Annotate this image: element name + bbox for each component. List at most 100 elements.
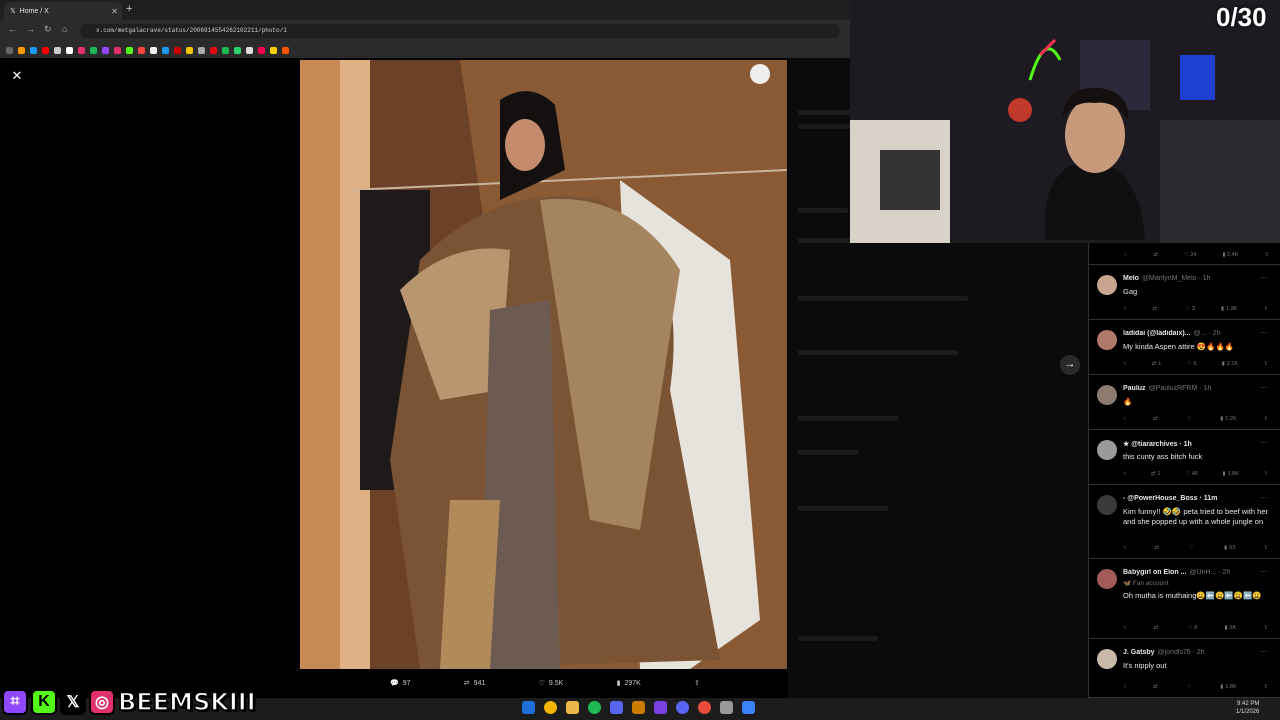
bookmark-icon[interactable] <box>150 46 157 54</box>
more-options-icon[interactable]: ··· <box>1260 328 1268 337</box>
reply-icon[interactable]: ○ <box>1124 252 1127 258</box>
bookmark-icon[interactable] <box>114 46 121 54</box>
close-viewer-button[interactable]: ✕ <box>9 68 25 84</box>
home-icon[interactable]: ⌂ <box>62 24 67 34</box>
reply-button[interactable]: ○ <box>1123 471 1126 477</box>
views-button[interactable]: ▮ 2.4K <box>1222 252 1238 258</box>
bookmark-icon[interactable] <box>42 46 49 54</box>
chrome-icon[interactable] <box>544 701 557 714</box>
bookmark-icon[interactable] <box>90 46 97 54</box>
repost-button[interactable]: ⇄ <box>1153 684 1160 690</box>
reply-author-name[interactable]: - @PowerHouse_Boss · 11m <box>1123 495 1217 502</box>
avatar[interactable] <box>1097 275 1117 295</box>
share-button[interactable]: ⇪ <box>1263 684 1268 690</box>
like-button[interactable]: ♡ 8 <box>1187 625 1197 631</box>
discord-icon[interactable] <box>676 701 689 714</box>
bookmark-icon[interactable] <box>210 46 217 54</box>
app-icon[interactable] <box>610 701 623 714</box>
reply-button[interactable]: ○ <box>1123 625 1126 631</box>
avatar[interactable] <box>1097 440 1117 460</box>
bookmark-icon[interactable] <box>66 46 73 54</box>
more-options-icon[interactable]: ··· <box>1260 273 1268 282</box>
obs-icon[interactable] <box>654 701 667 714</box>
more-options-icon[interactable]: ··· <box>1260 493 1268 502</box>
repost-button[interactable]: ⇄ 941 <box>464 679 486 688</box>
url-field[interactable]: x.com/metgalacrave/status/20069145542621… <box>80 24 840 38</box>
app-icon[interactable] <box>698 701 711 714</box>
reply-item[interactable]: ★ @tiararchives · 1h ··· this cunty ass bi… <box>1088 430 1280 485</box>
bookmark-icon[interactable] <box>138 46 145 54</box>
bookmark-icon[interactable] <box>198 46 205 54</box>
reply-item[interactable]: Babygirl on Elon ... @UnH... · 2h ··· 🦋 Fan… <box>1088 559 1280 639</box>
bookmark-icon[interactable] <box>222 46 229 54</box>
repost-button[interactable]: ⇄ <box>1154 625 1161 631</box>
share-button[interactable]: ⇪ <box>1263 306 1268 312</box>
reply-button[interactable]: ○ <box>1123 306 1126 312</box>
views-button[interactable]: ▮ 297K <box>617 679 641 688</box>
avatar[interactable] <box>1097 649 1117 669</box>
share-button[interactable]: ⇪ <box>1263 545 1268 551</box>
reply-author-name[interactable]: ★ @tiararchives · 1h <box>1123 441 1192 448</box>
share-button[interactable]: ⇪ <box>1263 471 1268 477</box>
folder-icon[interactable] <box>566 701 579 714</box>
back-icon[interactable]: ← <box>8 24 17 34</box>
more-options-icon[interactable]: ··· <box>1260 383 1268 392</box>
bookmark-icon[interactable] <box>270 46 277 54</box>
spotify-icon[interactable] <box>588 701 601 714</box>
share-button[interactable]: ⇪ <box>1263 625 1268 631</box>
views-button[interactable]: ▮ 93 <box>1224 545 1235 551</box>
reply-handle[interactable]: @MarilynM_Melo · 1h <box>1142 275 1211 282</box>
share-button[interactable]: ⇪ <box>694 679 700 687</box>
like-button[interactable]: ♡ 3 <box>1185 306 1195 312</box>
like-button[interactable]: ♡ 9.5K <box>539 679 564 688</box>
app-icon[interactable] <box>742 701 755 714</box>
bookmark-icon[interactable] <box>78 46 85 54</box>
views-button[interactable]: ▮ 1.8K <box>1220 684 1236 690</box>
like-button[interactable]: ♡ 46 <box>1185 471 1198 477</box>
app-icon[interactable] <box>720 701 733 714</box>
like-button[interactable]: ♡ 24 <box>1184 252 1197 258</box>
like-button[interactable]: ♡ <box>1187 684 1194 690</box>
avatar[interactable] <box>1097 330 1117 350</box>
reply-button[interactable]: 💬 97 <box>390 679 411 688</box>
more-options-icon[interactable]: ··· <box>1260 438 1268 447</box>
reply-button[interactable]: ○ <box>1123 416 1126 422</box>
share-button[interactable]: ⇪ <box>1263 361 1268 367</box>
next-photo-button[interactable]: → <box>1060 355 1080 375</box>
reply-author-name[interactable]: ladidai (@ladidaix)... <box>1123 330 1191 337</box>
system-clock[interactable]: 9:42 PM 1/1/2026 <box>1236 700 1259 716</box>
start-icon[interactable] <box>522 701 535 714</box>
bookmark-icon[interactable] <box>186 46 193 54</box>
reload-icon[interactable]: ↻ <box>44 24 52 35</box>
avatar[interactable] <box>1097 385 1117 405</box>
browser-tab[interactable]: 𝕏 Home / X ✕ <box>4 2 122 20</box>
reply-item[interactable]: Melo @MarilynM_Melo · 1h ··· Gag ○ ⇄ ♡ 3 ▮ 1.3K ⇪ <box>1088 265 1280 320</box>
reply-item[interactable]: ladidai (@ladidaix)... @... · 2h ··· My kin… <box>1088 320 1280 375</box>
reply-button[interactable]: ○ <box>1123 545 1126 551</box>
avatar[interactable] <box>1097 495 1117 515</box>
repost-button[interactable]: ⇄ 1 <box>1151 471 1161 477</box>
like-button[interactable]: ♡ <box>1187 416 1194 422</box>
repost-icon[interactable]: ⇄ <box>1153 252 1158 258</box>
reply-author-name[interactable]: Babygirl on Elon ... <box>1123 569 1186 576</box>
bookmark-icon[interactable] <box>54 46 61 54</box>
repost-button[interactable]: ⇄ <box>1153 416 1160 422</box>
bookmark-icon[interactable] <box>282 46 289 54</box>
bookmark-icon[interactable] <box>162 46 169 54</box>
views-button[interactable]: ▮ 1.8K <box>1223 471 1239 477</box>
reply-item[interactable]: - @PowerHouse_Boss · 11m ··· Kim funny!! 🤣… <box>1088 485 1280 559</box>
new-tab-button[interactable]: + <box>126 3 132 15</box>
tweet-photo[interactable] <box>300 60 787 669</box>
reply-author-name[interactable]: J. Gatsby <box>1123 649 1155 656</box>
share-icon[interactable]: ⇪ <box>1264 252 1269 258</box>
app-icon[interactable] <box>632 701 645 714</box>
reply-button[interactable]: ○ <box>1123 361 1126 367</box>
bookmark-icon[interactable] <box>102 46 109 54</box>
avatar[interactable] <box>1097 569 1117 589</box>
forward-icon[interactable]: → <box>26 24 35 34</box>
bookmark-icon[interactable] <box>18 46 25 54</box>
reply-button[interactable]: ○ <box>1123 684 1126 690</box>
repost-button[interactable]: ⇄ 1 <box>1152 361 1162 367</box>
more-options-icon[interactable]: ··· <box>1260 567 1268 576</box>
bookmark-icon[interactable] <box>126 46 133 54</box>
